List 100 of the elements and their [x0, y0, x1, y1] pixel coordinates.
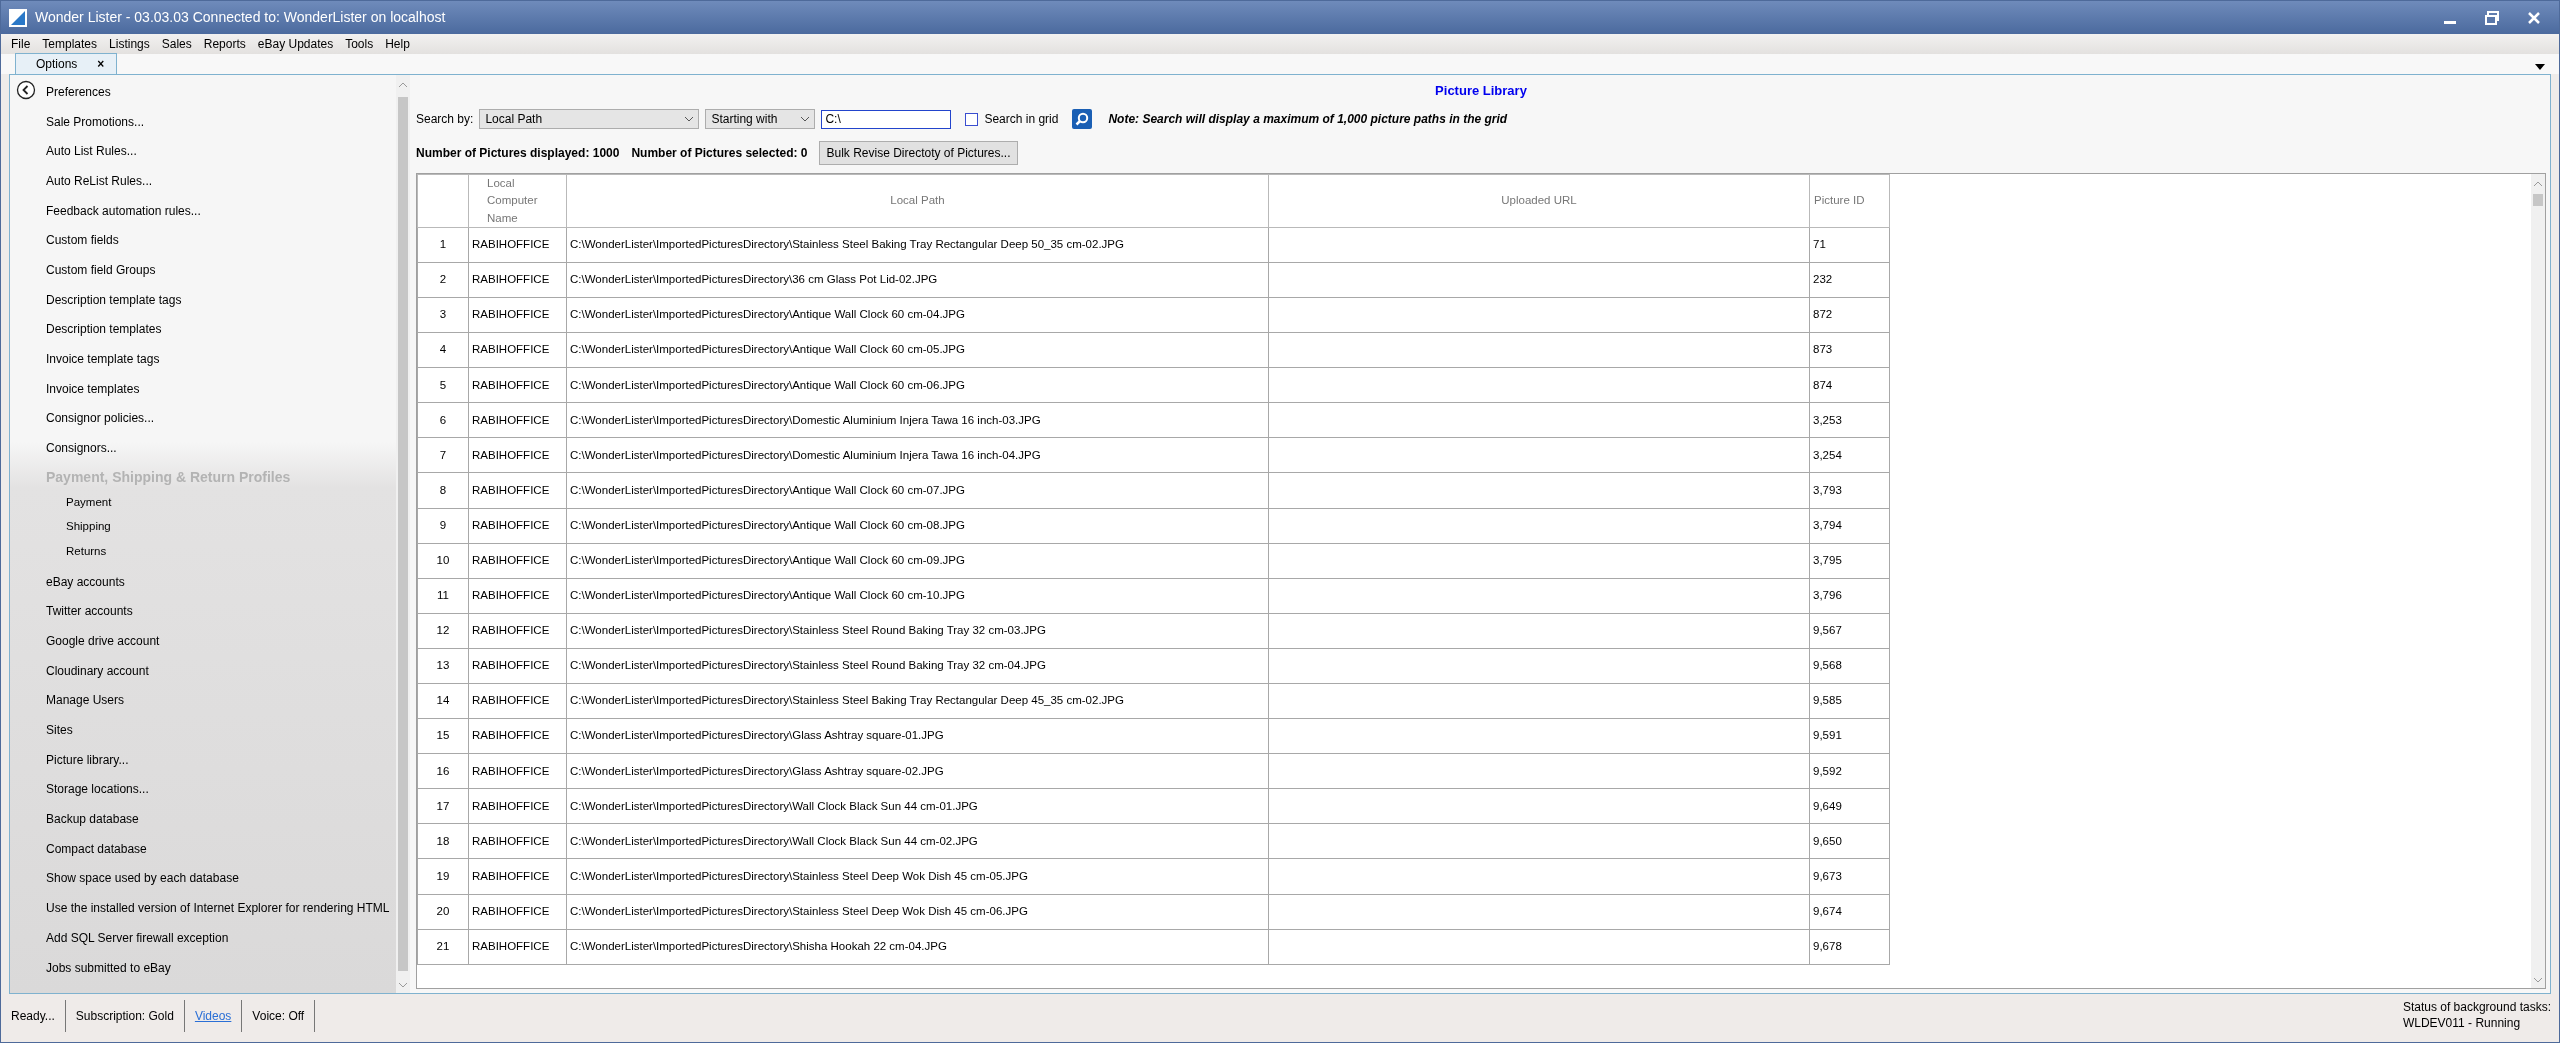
search-field[interactable]: C:\	[821, 109, 952, 129]
menu-item[interactable]: Sales	[155, 35, 198, 53]
row-number: 10	[417, 543, 469, 579]
sidebar-item[interactable]: Feedback automation rules...	[36, 195, 396, 226]
sidebar-item[interactable]: Custom field Groups	[36, 255, 396, 285]
scroll-thumb[interactable]	[2533, 194, 2543, 206]
sidebar-subitem[interactable]: Payment	[36, 489, 396, 515]
table-cell: RABIHOFFICE	[468, 613, 567, 649]
menu-item[interactable]: Tools	[339, 35, 380, 53]
sidebar-item[interactable]: Custom fields	[36, 225, 396, 256]
sidebar-item[interactable]: Consignor policies...	[36, 403, 396, 434]
table-cell: 9,568	[1809, 648, 1890, 684]
sidebar-item[interactable]: Description template tags	[36, 284, 396, 315]
table-cell: 9,674	[1809, 894, 1890, 930]
sidebar-item[interactable]: Storage locations...	[36, 774, 396, 805]
close-icon[interactable]: ×	[97, 55, 105, 73]
row-number: 3	[417, 297, 469, 333]
app-logo-icon	[9, 8, 27, 27]
table-cell: RABIHOFFICE	[468, 227, 567, 263]
sidebar-item[interactable]: Invoice template tags	[36, 344, 396, 374]
sidebar-item[interactable]: Compact database	[36, 833, 396, 864]
checkbox[interactable]	[965, 112, 979, 126]
table-cell: RABIHOFFICE	[468, 858, 567, 895]
sidebar-item[interactable]: Consignors...	[36, 433, 396, 463]
sidebar-item[interactable]: Invoice templates	[36, 373, 396, 404]
bulk-revise-button[interactable]: Bulk Revise Directoty of Pictures...	[819, 141, 1018, 165]
table-cell: C:\WonderLister\ImportedPicturesDirectory\Antique Wall Clock 60 cm-06.JPG	[566, 367, 1269, 403]
search-button[interactable]	[1072, 109, 1093, 129]
table-cell: RABIHOFFICE	[468, 472, 567, 508]
sidebar-item[interactable]: Twitter accounts	[36, 596, 396, 627]
sidebar-subitem[interactable]: Returns	[36, 539, 396, 564]
sidebar-item[interactable]: Picture library...	[36, 744, 396, 775]
scrollbar[interactable]	[2531, 174, 2545, 988]
table-cell: C:\WonderLister\ImportedPicturesDirectory\36 cm Glass Pot Lid-02.JPG	[566, 262, 1269, 298]
sidebar-item[interactable]: Show space used by each database	[36, 863, 396, 894]
sidebar-item[interactable]: Auto List Rules...	[36, 136, 396, 167]
table-cell: C:\WonderLister\ImportedPicturesDirectory\Glass Ashtray square-01.JPG	[566, 718, 1269, 754]
table-cell: 9,567	[1809, 613, 1890, 649]
table-cell: 873	[1809, 332, 1890, 368]
menu-item[interactable]: Reports	[197, 35, 252, 53]
sidebar-subitem[interactable]: Shipping	[36, 514, 396, 540]
table-cell: RABIHOFFICE	[468, 437, 567, 473]
table-cell: C:\WonderLister\ImportedPicturesDirectory\Antique Wall Clock 60 cm-07.JPG	[566, 472, 1269, 508]
table-cell: RABIHOFFICE	[468, 543, 567, 579]
table-cell: RABIHOFFICE	[468, 718, 567, 754]
table-cell: RABIHOFFICE	[468, 332, 567, 368]
scroll-thumb[interactable]	[398, 97, 408, 971]
caret-icon[interactable]	[685, 116, 694, 122]
sidebar-item[interactable]: eBay accounts	[36, 566, 396, 597]
menu-item[interactable]: Help	[379, 35, 416, 53]
table-cell: C:\WonderLister\ImportedPicturesDirectory\Domestic Aluminium Injera Tawa 16 inch-04.JPG	[566, 437, 1269, 473]
tab-label: Options	[36, 56, 78, 73]
back-icon[interactable]	[16, 80, 36, 100]
sidebar-item[interactable]: Sites	[36, 715, 396, 745]
row-number: 17	[417, 788, 469, 824]
row-number: 7	[417, 437, 469, 473]
column-header[interactable]: Local Path	[566, 174, 1269, 228]
table-cell: RABIHOFFICE	[468, 297, 567, 333]
sidebar-item[interactable]: Google drive account	[36, 626, 396, 656]
table-cell: RABIHOFFICE	[468, 262, 567, 298]
table-cell: C:\WonderLister\ImportedPicturesDirectory\Antique Wall Clock 60 cm-04.JPG	[566, 297, 1269, 333]
menu-item[interactable]: eBay Updates	[251, 35, 340, 53]
sidebar-item[interactable]: Description templates	[36, 314, 396, 345]
status-text: Subscription: Gold	[75, 1008, 174, 1025]
scrollbar[interactable]	[396, 75, 410, 993]
menu-item[interactable]: Listings	[103, 35, 156, 53]
sidebar-item[interactable]: Preferences	[36, 77, 396, 107]
table-cell: 9,650	[1809, 823, 1890, 859]
sidebar-item[interactable]: Manage Users	[36, 685, 396, 716]
videos-link[interactable]: Videos	[194, 1007, 232, 1025]
row-number: 11	[417, 578, 469, 614]
match-mode-dropdown[interactable]: Starting with	[705, 109, 816, 129]
table-cell: RABIHOFFICE	[468, 402, 567, 438]
table-cell: 3,796	[1809, 578, 1890, 614]
menu-item[interactable]: Templates	[36, 35, 104, 53]
row-number: 20	[417, 894, 469, 930]
search-by-dropdown[interactable]: Local Path	[479, 109, 700, 129]
sidebar-item[interactable]: Jobs submitted to eBay	[36, 952, 396, 983]
column-header[interactable]: Local Computer Name	[468, 174, 567, 228]
table-cell: C:\WonderLister\ImportedPicturesDirectory\Stainless Steel Deep Wok Dish 45 cm-06.JPG	[566, 894, 1269, 930]
sidebar-item[interactable]: Backup database	[36, 804, 396, 834]
column-header[interactable]: Uploaded URL	[1268, 174, 1810, 228]
table-cell: 9,592	[1809, 753, 1890, 789]
sidebar-item[interactable]: Add SQL Server firewall exception	[36, 922, 396, 953]
options-tab[interactable]: Options ×	[15, 53, 118, 74]
sidebar-item[interactable]: Cloudinary account	[36, 655, 396, 686]
table-cell: 872	[1809, 297, 1890, 333]
sidebar-item[interactable]: Sale Promotions...	[36, 106, 396, 137]
window-title: Wonder Lister - 03.03.03 Connected to: WonderLister on localhost	[35, 8, 447, 27]
column-header[interactable]: Picture ID	[1809, 174, 1890, 228]
sidebar-item[interactable]: Auto ReList Rules...	[36, 166, 396, 196]
caret-icon[interactable]	[801, 116, 810, 122]
table-cell: 9,673	[1809, 858, 1890, 895]
table-cell: C:\WonderLister\ImportedPicturesDirectory\Wall Clock Black Sun 44 cm-02.JPG	[566, 823, 1269, 859]
table-cell: C:\WonderLister\ImportedPicturesDirectory\Wall Clock Black Sun 44 cm-01.JPG	[566, 788, 1269, 824]
table-cell: RABIHOFFICE	[468, 367, 567, 403]
status-text: Ready...	[11, 1008, 55, 1025]
menu-item[interactable]: File	[5, 35, 37, 53]
table-cell: C:\WonderLister\ImportedPicturesDirectory\Stainless Steel Round Baking Tray 32 cm-03.JPG	[566, 613, 1269, 649]
sidebar-item[interactable]: Use the installed version of Internet Explorer for rendering HTML	[36, 893, 396, 923]
